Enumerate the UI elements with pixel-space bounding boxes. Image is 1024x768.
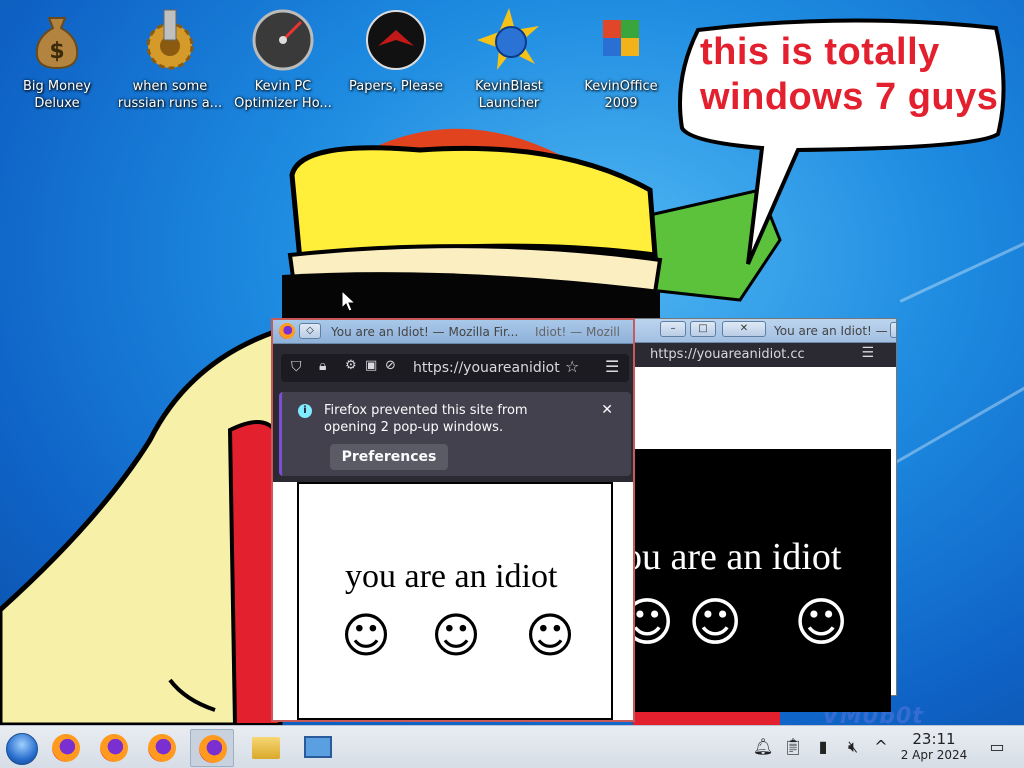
clock-time: 23:11 — [912, 730, 956, 748]
speedometer-icon — [251, 8, 315, 72]
desktop-icon-label: Kevin PC Optimizer Ho... — [234, 79, 332, 111]
notification-text: Firefox prevented this site from opening… — [324, 403, 528, 435]
battery-icon[interactable]: ▮ — [812, 736, 834, 758]
popup-blocked-icon[interactable]: ▣ — [365, 358, 377, 373]
idiot-text: you are an idiot — [345, 558, 558, 595]
page-content: you are an idiot ☺ ☺ ☺ — [273, 482, 633, 720]
svg-text:$: $ — [49, 39, 64, 64]
menu-icon[interactable]: ☰ — [605, 357, 619, 376]
window-controls-cluster: – □ ✕ — [660, 318, 770, 340]
show-desktop-icon[interactable]: ▭ — [986, 736, 1008, 758]
taskbar-firefox-2[interactable] — [92, 729, 136, 767]
desktop-icon-label: Big Money Deluxe — [22, 79, 91, 111]
money-bag-icon: $ — [25, 8, 89, 72]
page-content: you are an idiot ☺ ☺ ☺ — [604, 367, 896, 712]
taskbar-file-manager[interactable] — [244, 729, 288, 767]
bell-icon[interactable]: 🔔︎ — [752, 736, 774, 758]
emblem-icon — [364, 8, 428, 72]
taskbar: 🔔︎ 📋︎ ▮ 🔇︎ ^ 23:11 2 Apr 2024 ▭ — [0, 725, 1024, 768]
popup-blocked-notification: i Firefox prevented this site from openi… — [279, 392, 631, 476]
mouse-cursor-icon — [341, 290, 357, 312]
firefox-icon — [148, 734, 176, 762]
minimize-button[interactable]: – — [660, 321, 686, 337]
smiley-icon: ☺ — [688, 593, 743, 653]
desktop-icon-big-money-deluxe[interactable]: $ Big Money Deluxe — [2, 8, 112, 112]
desktop-icon-kevinblast-launcher[interactable]: KevinBlast Launcher — [454, 8, 564, 112]
window-title: You are an Idiot! — Mozilla Fir... — [331, 325, 519, 339]
taskbar-system-monitor[interactable] — [296, 729, 340, 767]
url-text[interactable]: https://youareanidiot — [413, 360, 560, 376]
windows-orb-icon — [6, 733, 38, 765]
desktop-icon-label: when some russian runs a... — [117, 79, 223, 111]
close-button[interactable]: ✕ — [722, 321, 766, 337]
desktop-icon-label: Papers, Please — [348, 79, 444, 94]
taskbar-firefox-4[interactable] — [190, 729, 234, 767]
desktop-icon-russian[interactable]: when some russian runs a... — [115, 8, 225, 112]
office-logo-icon — [589, 8, 653, 72]
firefox-icon — [199, 735, 227, 763]
mute-icon[interactable]: 🔇︎ — [842, 736, 864, 758]
preferences-button[interactable]: Preferences — [330, 444, 448, 470]
folder-icon — [252, 737, 280, 759]
window-titlebar[interactable]: ◇ You are an Idiot! — Mozilla Fir... Idi… — [273, 320, 633, 344]
menu-icon[interactable]: ☰ — [861, 345, 874, 361]
firefox-icon — [52, 734, 80, 762]
firefox-icon — [100, 734, 128, 762]
clipboard-icon[interactable]: 📋︎ — [782, 736, 804, 758]
desktop-icon-label: KevinBlast Launcher — [475, 79, 543, 111]
gear-icon — [138, 8, 202, 72]
lock-icon[interactable]: 🔒︎ — [319, 358, 326, 374]
desktop-icon-kevin-pc-optimizer[interactable]: Kevin PC Optimizer Ho... — [228, 8, 338, 112]
start-button[interactable] — [0, 729, 44, 767]
monitor-icon — [304, 736, 332, 758]
toolbar: https://youareanidiot.cc ☰ — [634, 343, 896, 367]
maximize-button[interactable]: □ — [690, 321, 716, 337]
smiley-icon: ☺ — [341, 608, 392, 664]
url-field[interactable]: https://youareanidiot.cc — [650, 347, 805, 362]
speech-bubble-text: this is totally windows 7 guys — [700, 31, 999, 118]
smiley-icon: ☺ — [431, 608, 482, 664]
close-icon[interactable]: ✕ — [601, 402, 613, 418]
clock-date: 2 Apr 2024 — [900, 748, 968, 762]
chevron-up-icon[interactable]: ^ — [870, 736, 892, 758]
window-title: You are an Idiot! — Mozilla Fir... — [774, 324, 896, 338]
url-bar[interactable]: ⛉ 🔒︎ ⚙ ▣ ⊘ https://youareanidiot ☆ ☰ — [281, 354, 629, 382]
browser-toolbar: ⛉ 🔒︎ ⚙ ▣ ⊘ https://youareanidiot ☆ ☰ — [273, 348, 633, 388]
browser-window-front[interactable]: ◇ You are an Idiot! — Mozilla Fir... Idi… — [271, 318, 635, 722]
desktop-icon-label: KevinOffice 2009 — [584, 79, 658, 111]
idiot-panel: you are an idiot ☺ ☺ ☺ — [604, 449, 891, 712]
desktop-icon-kevinoffice-2009[interactable]: KevinOffice 2009 — [566, 8, 676, 112]
firefox-icon — [279, 323, 295, 339]
browser-window-back[interactable]: You are an Idiot! — Mozilla Fir... – htt… — [604, 318, 897, 712]
info-icon: i — [298, 404, 312, 418]
smiley-icon: ☺ — [794, 593, 849, 653]
window-title-partial: Idiot! — Mozill — [535, 325, 620, 339]
bookmark-star-icon[interactable]: ☆ — [565, 357, 579, 376]
shield-icon[interactable]: ⛉ — [291, 359, 302, 375]
autoplay-blocked-icon[interactable]: ⊘ — [385, 358, 396, 373]
taskbar-firefox-3[interactable] — [140, 729, 184, 767]
permissions-icon[interactable]: ⚙ — [345, 358, 357, 373]
smiley-icon: ☺ — [525, 608, 576, 664]
globe-burst-icon — [477, 8, 541, 72]
minimize-button[interactable]: – — [890, 322, 896, 338]
desktop-icon-papers-please[interactable]: Papers, Please — [341, 8, 451, 95]
idiot-panel: you are an idiot ☺ ☺ ☺ — [297, 482, 613, 720]
clock[interactable]: 23:11 2 Apr 2024 — [896, 731, 972, 763]
idiot-text: you are an idiot — [604, 536, 842, 578]
keep-above-button[interactable]: ◇ — [299, 323, 321, 339]
taskbar-firefox-1[interactable] — [44, 729, 88, 767]
